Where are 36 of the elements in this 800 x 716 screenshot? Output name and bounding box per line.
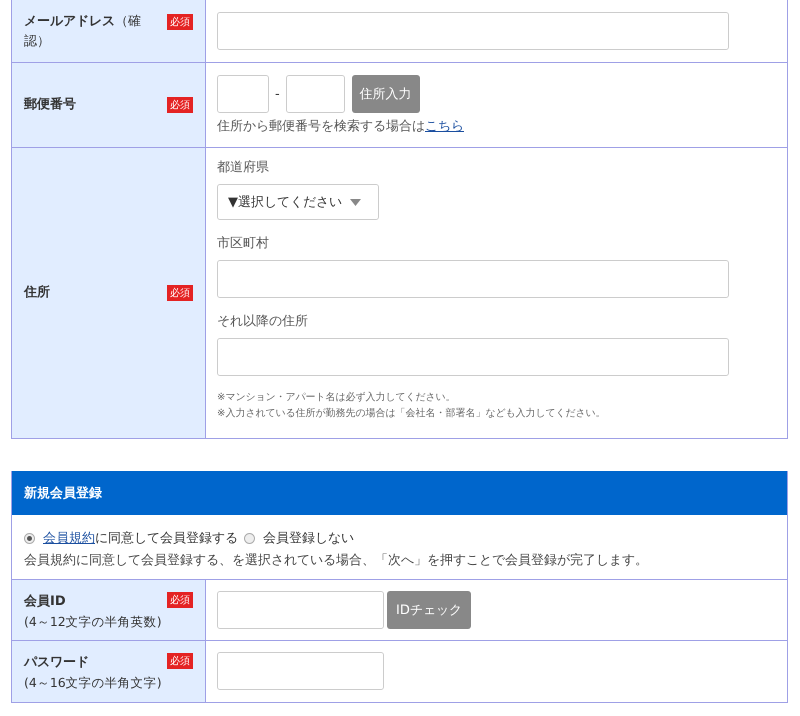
note-text: 会員規約に同意して会員登録する、を選択されている場合、「次へ」を押すことで会員登録が完了します。: [24, 552, 649, 569]
caret-icon: [350, 198, 361, 206]
required-badge: 必須: [167, 653, 193, 669]
radio-label: 会員登録しない: [263, 530, 354, 547]
postal-code-field[interactable]: [286, 75, 345, 113]
postal-code-field[interactable]: [217, 75, 269, 113]
email-confirm-field[interactable]: [217, 12, 729, 50]
field-label: それ以降の住所: [217, 313, 309, 331]
link[interactable]: こちら: [425, 119, 464, 134]
radio-option[interactable]: 会員登録しない: [244, 529, 354, 547]
field-label: 郵便番号: [24, 96, 77, 114]
field-label: メールアドレス（確認）: [24, 13, 142, 51]
required-badge: 必須: [167, 14, 193, 30]
required-badge: 必須: [167, 97, 193, 113]
separator: -: [275, 86, 280, 102]
password-field[interactable]: [217, 652, 384, 690]
link[interactable]: 会員規約: [43, 531, 95, 546]
section-header: 新規会員登録: [12, 471, 787, 515]
field-label: 住所: [24, 284, 51, 302]
field-sublabel: (4～12文字の半角英数): [24, 613, 163, 631]
required-badge: 必須: [167, 285, 193, 301]
address-field[interactable]: [217, 338, 729, 376]
required-badge: 必須: [167, 592, 193, 608]
field-label: 市区町村: [217, 235, 270, 253]
address-fill-button[interactable]: 住所入力: [352, 75, 420, 113]
id-check-button[interactable]: IDチェック: [387, 591, 471, 629]
city-field[interactable]: [217, 260, 729, 298]
note-text: ※入力されている住所が勤務先の場合は「会社名・部署名」なども入力してください。: [217, 406, 606, 421]
note-text: ※マンション・アパート名は必ず入力してください。: [217, 390, 456, 405]
field-label: パスワード: [24, 654, 90, 672]
field-label: 都道府県: [217, 159, 270, 177]
prefecture-dropdown[interactable]: ▼選択してください: [217, 184, 379, 220]
field-sublabel: (4～16文字の半角文字): [24, 674, 163, 692]
member-id-field[interactable]: [217, 591, 384, 629]
hint-text: 住所から郵便番号を検索する場合はこちら: [217, 118, 465, 135]
field-label: 会員ID: [24, 593, 67, 611]
